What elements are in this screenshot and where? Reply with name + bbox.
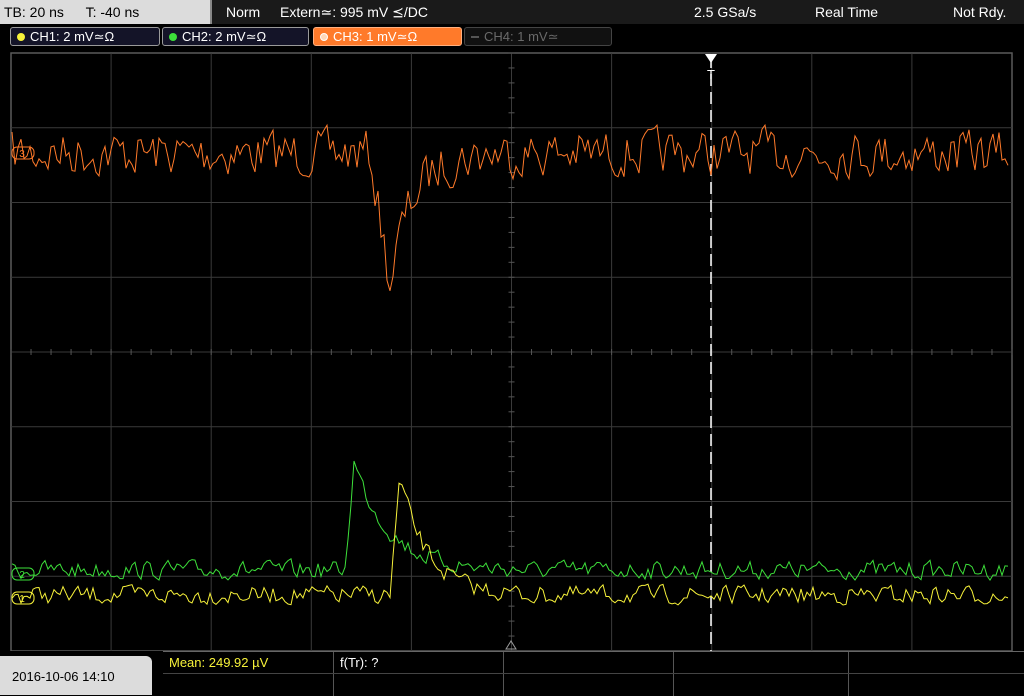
acquisition-state: Not Rdy. [953,4,1007,20]
frequency-measurement[interactable]: f(Tr): ? [333,652,503,674]
channel-3-label: CH3: 1 mV≃Ω [333,29,418,44]
channel-2-label: CH2: 2 mV≃Ω [182,29,267,44]
measurement-slot-3[interactable] [503,652,673,674]
channel-1-indicator-icon [17,33,25,41]
measurement-row-1: Mean: 249.92 µV f(Tr): ? [163,651,1024,674]
measurement-slot-8[interactable] [673,674,848,696]
channel-2-indicator-icon [169,33,177,41]
measurement-slot-4[interactable] [673,652,848,674]
channel-3-indicator-icon [320,33,328,41]
channel-1-marker-label: 1 [19,594,25,605]
channel-3-trace [11,123,1009,291]
waveform-display[interactable]: T 3 2 1 [0,50,1024,651]
datetime-box: 2016-10-06 14:10 [0,656,152,695]
measurement-slot-7[interactable] [503,674,673,696]
channel-1-ground-marker[interactable]: 1 [11,591,35,605]
channel-3-marker-label: 3 [19,149,25,160]
trigger-mode[interactable]: Norm [226,0,260,24]
channel-2-ground-marker[interactable]: 2 [11,567,35,581]
acquisition-mode[interactable]: Real Time [815,0,878,24]
channel-1-button[interactable]: CH1: 2 mV≃Ω [10,27,160,46]
graticule [10,52,1013,651]
trigger-position-icon[interactable] [705,54,717,63]
datetime-label: 2016-10-06 14:10 [12,669,115,684]
trigger-offset-label: T: -40 ns [85,4,140,20]
measurement-slot-6[interactable] [333,674,503,696]
trigger-source[interactable]: Extern≃: 995 mV ⪯/DC [280,0,428,24]
channel-4-indicator-icon [471,36,479,38]
measurement-slot-5[interactable] [848,652,1024,674]
channel-4-label: CH4: 1 mV≃ [484,29,559,44]
channel-1-label: CH1: 2 mV≃Ω [30,29,115,44]
mean-measurement[interactable]: Mean: 249.92 µV [163,652,333,674]
channel-2-trace [11,460,1009,582]
measurement-row-2 [163,673,1024,696]
channel-2-marker-label: 2 [19,570,25,581]
status-bar: TB: 20 ns T: -40 ns Norm Extern≃: 995 mV… [0,0,1024,24]
channel-2-button[interactable]: CH2: 2 mV≃Ω [162,27,309,46]
channel-3-button[interactable]: CH3: 1 mV≃Ω [313,27,462,46]
measurement-slot-9[interactable] [848,674,1024,696]
trigger-marker-label: T [707,67,715,82]
timebase-box[interactable]: TB: 20 ns T: -40 ns [0,0,212,24]
timebase-label: TB: 20 ns [4,4,64,20]
channel-4-button[interactable]: CH4: 1 mV≃ [464,27,612,46]
sample-rate[interactable]: 2.5 GSa/s [694,0,756,24]
channel-bar: CH1: 2 mV≃Ω CH2: 2 mV≃Ω CH3: 1 mV≃Ω CH4:… [0,24,1024,50]
